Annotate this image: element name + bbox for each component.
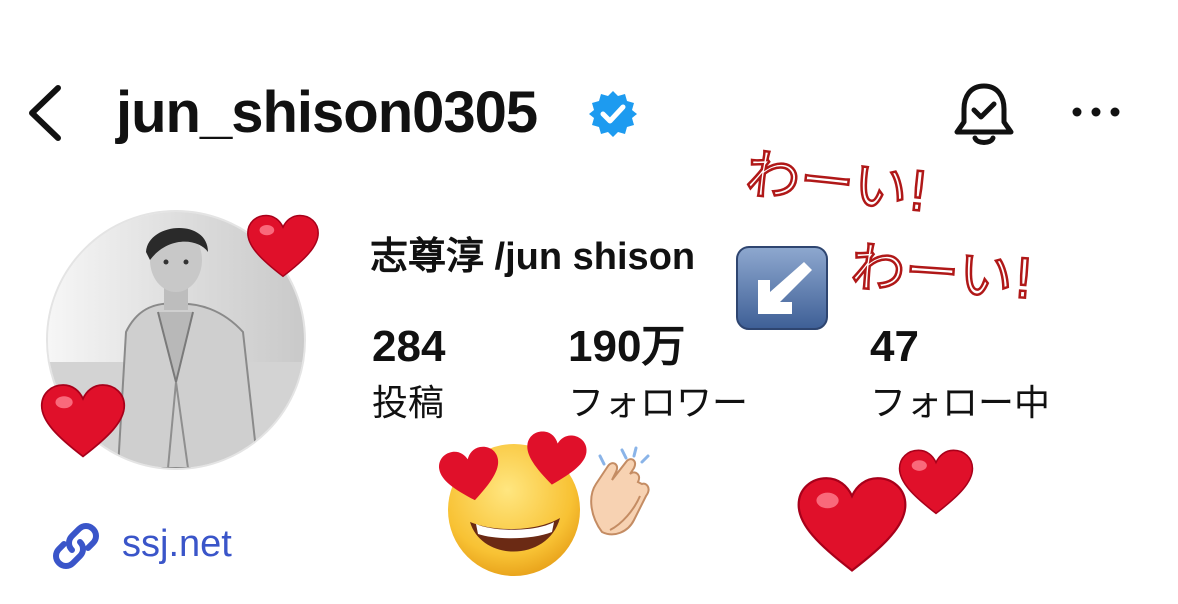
back-button[interactable] (22, 82, 72, 144)
followers-label[interactable]: フォロワー (568, 380, 748, 426)
posts-count[interactable]: 284 (372, 320, 445, 374)
heart-sticker-icon (40, 384, 126, 458)
handwritten-scribble: わーい! (848, 234, 1038, 312)
chevron-left-icon (29, 85, 61, 141)
following-label[interactable]: フォロー中 (870, 380, 1050, 426)
followers-count[interactable]: 190万 (568, 320, 685, 374)
profile-full-name: 志尊淳 /jun shison (370, 236, 696, 278)
heart-sticker-icon (247, 214, 319, 278)
following-count[interactable]: 47 (870, 320, 919, 374)
heart-sticker-icon (898, 449, 974, 515)
arrow-down-left-icon (734, 244, 830, 332)
more-horizontal-icon (1072, 107, 1120, 117)
clapping-hands-icon (582, 444, 662, 536)
heart-sticker-icon (797, 477, 907, 572)
heart-eyes-emoji-icon (432, 422, 592, 582)
verified-badge-icon (588, 89, 638, 139)
handwritten-text: わーい! (743, 142, 932, 224)
link-icon[interactable] (48, 518, 104, 574)
profile-username: jun_shison0305 (116, 80, 538, 145)
posts-label[interactable]: 投稿 (372, 380, 444, 426)
more-options-button[interactable] (1068, 97, 1124, 127)
handwritten-scribble: わーい! (742, 141, 934, 225)
notifications-bell-button[interactable] (950, 80, 1018, 150)
handwritten-text: わーい! (849, 236, 1037, 312)
profile-website-link[interactable]: ssj.net (122, 518, 232, 570)
bell-check-icon (954, 83, 1014, 145)
